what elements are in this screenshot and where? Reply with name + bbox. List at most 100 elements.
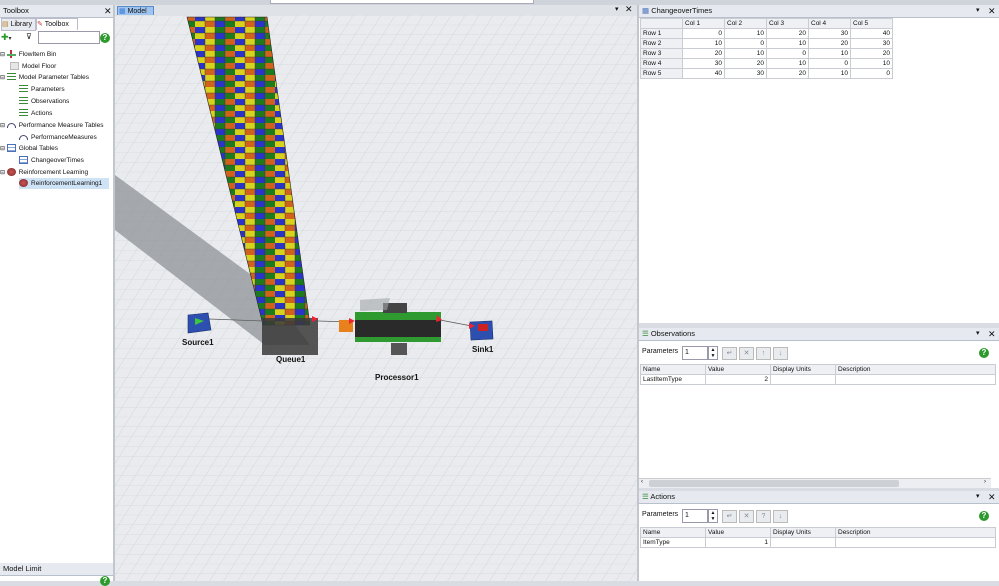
column-header[interactable]: Display Units bbox=[770, 364, 836, 375]
horizontal-scrollbar[interactable]: ‹ › bbox=[639, 478, 991, 488]
table-cell[interactable]: 20 bbox=[682, 48, 725, 59]
table-cell[interactable]: 2 bbox=[705, 374, 771, 385]
row-header[interactable]: Row 2 bbox=[640, 38, 683, 49]
help-icon[interactable]: ? bbox=[979, 348, 989, 358]
table-cell[interactable]: 20 bbox=[766, 28, 809, 39]
table-cell[interactable] bbox=[835, 374, 996, 385]
column-header[interactable]: Col 1 bbox=[682, 18, 725, 29]
table-cell[interactable]: 10 bbox=[808, 48, 851, 59]
table-cell[interactable]: 30 bbox=[850, 38, 893, 49]
tree-item-parameters[interactable]: Parameters bbox=[19, 84, 65, 95]
column-header[interactable]: Col 3 bbox=[766, 18, 809, 29]
column-header[interactable]: Col 5 bbox=[850, 18, 893, 29]
table-cell[interactable] bbox=[835, 537, 996, 548]
table-cell[interactable]: 20 bbox=[850, 48, 893, 59]
row-header[interactable]: Row 4 bbox=[640, 58, 683, 69]
top-search-box[interactable] bbox=[270, 0, 534, 4]
table-cell[interactable]: 10 bbox=[850, 58, 893, 69]
toolbox-search-input[interactable] bbox=[38, 31, 100, 44]
table-cell[interactable]: 20 bbox=[724, 58, 767, 69]
filter-icon[interactable]: ⊽ bbox=[26, 32, 32, 41]
tree-item-reinforcementlearning1[interactable]: ReinforcementLearning1 bbox=[19, 178, 109, 189]
delete-icon[interactable]: ✕ bbox=[739, 510, 754, 523]
table-cell[interactable]: 0 bbox=[808, 58, 851, 69]
table-cell[interactable]: 0 bbox=[682, 28, 725, 39]
table-cell[interactable]: 40 bbox=[682, 68, 725, 79]
chevron-down-icon[interactable]: ▾ bbox=[976, 491, 980, 503]
table-cell[interactable]: 40 bbox=[850, 28, 893, 39]
column-header[interactable]: Col 4 bbox=[808, 18, 851, 29]
table-cell[interactable]: 10 bbox=[724, 48, 767, 59]
spinner-arrows-icon[interactable]: ▲ ▼ bbox=[708, 346, 718, 360]
table-cell[interactable]: 10 bbox=[682, 38, 725, 49]
table-cell[interactable]: 20 bbox=[808, 38, 851, 49]
close-icon[interactable]: ✕ bbox=[988, 491, 996, 503]
table-cell[interactable] bbox=[770, 537, 836, 548]
close-icon[interactable]: ✕ bbox=[625, 3, 633, 15]
delete-icon[interactable]: ✕ bbox=[739, 347, 754, 360]
tree-item-flowitem-bin[interactable]: ⊟ FlowItem Bin bbox=[0, 49, 56, 60]
table-cell[interactable]: 30 bbox=[808, 28, 851, 39]
scroll-left-icon[interactable]: ‹ bbox=[641, 479, 643, 485]
table-cell[interactable]: 0 bbox=[766, 48, 809, 59]
table-cell[interactable]: 10 bbox=[766, 58, 809, 69]
row-header[interactable]: Row 3 bbox=[640, 48, 683, 59]
changeover-table[interactable]: Col 1 Col 2 Col 3 Col 4 Col 5 Row 1 0 10… bbox=[640, 18, 893, 79]
column-header[interactable]: Value bbox=[705, 364, 771, 375]
table-cell[interactable]: 10 bbox=[766, 38, 809, 49]
table-cell[interactable]: LastItemType bbox=[640, 374, 706, 385]
tab-toolbox[interactable]: ✎ Toolbox bbox=[36, 18, 78, 30]
table-cell[interactable]: 1 bbox=[705, 537, 771, 548]
observations-table[interactable]: Name Value Display Units Description Las… bbox=[640, 364, 996, 385]
tree-item-model-parameter-tables[interactable]: ⊟ Model Parameter Tables bbox=[0, 72, 89, 83]
help-icon[interactable]: ? bbox=[100, 576, 110, 586]
splitter-right[interactable] bbox=[637, 5, 639, 581]
help-icon[interactable]: ? bbox=[100, 33, 110, 43]
actions-params-input[interactable]: 1 bbox=[682, 509, 708, 523]
column-header[interactable]: Description bbox=[835, 527, 996, 538]
table-cell[interactable] bbox=[770, 374, 836, 385]
close-icon[interactable]: ✕ bbox=[988, 5, 996, 17]
table-cell[interactable]: 10 bbox=[808, 68, 851, 79]
table-cell[interactable]: 30 bbox=[724, 68, 767, 79]
spinner-arrows-icon[interactable]: ▲ ▼ bbox=[708, 509, 718, 523]
move-up-icon[interactable]: ↑ bbox=[756, 347, 771, 360]
tree-item-changeovertimes[interactable]: ChangeoverTimes bbox=[19, 155, 84, 166]
move-down-icon[interactable]: ↓ bbox=[773, 510, 788, 523]
close-icon[interactable]: ✕ bbox=[104, 5, 112, 17]
scroll-right-icon[interactable]: › bbox=[984, 479, 986, 485]
tree-item-actions[interactable]: Actions bbox=[19, 108, 52, 119]
column-header[interactable]: Value bbox=[705, 527, 771, 538]
observations-params-input[interactable]: 1 bbox=[682, 346, 708, 360]
table-cell[interactable]: ItemType bbox=[640, 537, 706, 548]
add-row-icon[interactable]: ↵ bbox=[722, 347, 737, 360]
add-button[interactable]: ✚▾ bbox=[1, 32, 17, 43]
help-icon[interactable]: ? bbox=[979, 511, 989, 521]
column-header[interactable]: Display Units bbox=[770, 527, 836, 538]
table-cell[interactable]: 30 bbox=[682, 58, 725, 69]
tree-item-global-tables[interactable]: ⊟ Global Tables bbox=[0, 143, 58, 154]
column-header[interactable]: Name bbox=[640, 364, 706, 375]
table-cell[interactable]: 20 bbox=[766, 68, 809, 79]
tree-item-model-floor[interactable]: Model Floor bbox=[10, 61, 56, 72]
table-cell[interactable]: 0 bbox=[724, 38, 767, 49]
column-header[interactable]: Description bbox=[835, 364, 996, 375]
column-header[interactable]: Name bbox=[640, 527, 706, 538]
close-icon[interactable]: ✕ bbox=[988, 328, 996, 340]
actions-table[interactable]: Name Value Display Units Description Ite… bbox=[640, 527, 996, 548]
scrollbar-thumb[interactable] bbox=[649, 480, 899, 487]
tree-item-reinforcement-learning[interactable]: ⊟ Reinforcement Learning bbox=[0, 167, 88, 178]
tree-item-observations[interactable]: Observations bbox=[19, 96, 69, 107]
table-cell[interactable]: 10 bbox=[724, 28, 767, 39]
column-header[interactable]: Col 2 bbox=[724, 18, 767, 29]
row-header[interactable]: Row 1 bbox=[640, 28, 683, 39]
chevron-down-icon[interactable]: ▾ bbox=[976, 5, 980, 17]
tab-library[interactable]: ▤ Library bbox=[1, 18, 36, 31]
table-cell[interactable]: 0 bbox=[850, 68, 893, 79]
chevron-down-icon[interactable]: ▾ bbox=[976, 328, 980, 340]
move-up-icon[interactable]: ? bbox=[756, 510, 771, 523]
model-view[interactable]: ▦ Model ▾ ✕ Source1 Queue1 Processor1 Si… bbox=[115, 3, 637, 581]
tree-item-performance-measures[interactable]: PerformanceMeasures bbox=[19, 132, 97, 143]
row-header[interactable]: Row 5 bbox=[640, 68, 683, 79]
tree-item-performance-measure-tables[interactable]: ⊟ Performance Measure Tables bbox=[0, 120, 104, 131]
